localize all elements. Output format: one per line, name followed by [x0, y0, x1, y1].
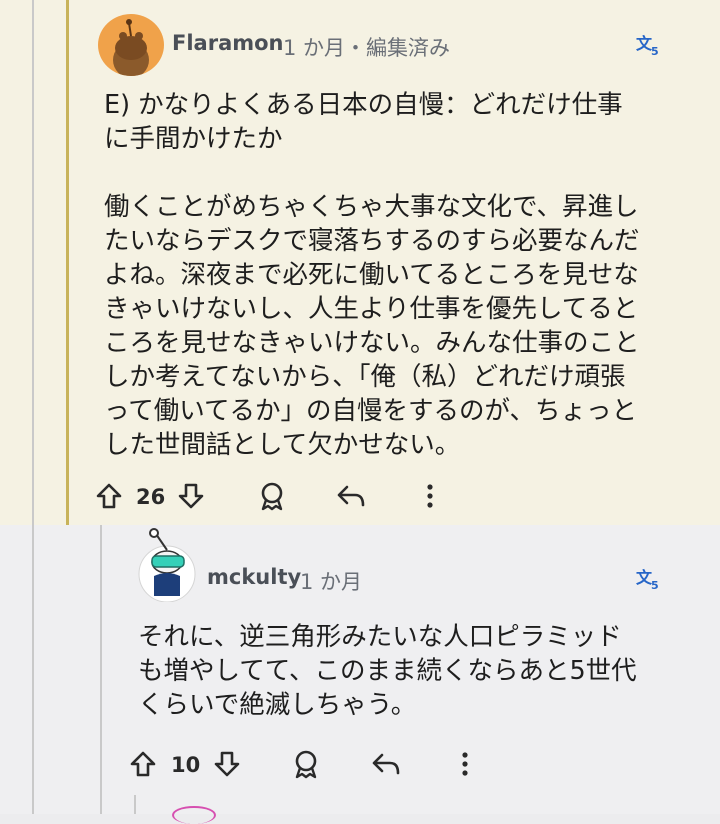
comment-meta: 1 か月・編集済み: [283, 36, 451, 60]
award-button[interactable]: [256, 480, 288, 512]
thread-line-reply[interactable]: [100, 525, 102, 814]
downvote-button[interactable]: [176, 481, 206, 511]
reply-icon: [337, 485, 365, 507]
svg-text:5: 5: [651, 579, 659, 592]
thread-line-nested: [134, 795, 136, 814]
next-avatar-partial: [172, 806, 216, 824]
snoo-avatar-icon: [138, 528, 196, 603]
translate-icon[interactable]: 文 5: [634, 565, 664, 593]
more-vertical-icon: [462, 752, 468, 776]
upvote-button[interactable]: [94, 481, 124, 511]
snoo-avatar-icon: [113, 19, 149, 76]
upvote-button[interactable]: [128, 749, 158, 779]
vote-count: 26: [136, 485, 166, 509]
comment-body: それに、逆三角形みたいな人口ピラミッド も増やしてて、このまま続くならあと5世代…: [138, 622, 637, 720]
username[interactable]: mckulty: [207, 565, 301, 589]
arrow-up-icon: [130, 751, 156, 777]
arrow-down-icon: [178, 483, 204, 509]
thread-line[interactable]: [32, 0, 34, 814]
reply-icon: [372, 753, 400, 775]
more-options-button[interactable]: [455, 749, 475, 779]
highlight-bar: [66, 0, 69, 525]
award-button[interactable]: [290, 748, 322, 780]
avatar[interactable]: [134, 528, 200, 603]
award-icon: [261, 482, 283, 511]
reply-button[interactable]: [335, 481, 367, 511]
arrow-up-icon: [96, 483, 122, 509]
reply-button[interactable]: [370, 749, 402, 779]
vote-count: 10: [171, 753, 201, 777]
username[interactable]: Flaramon: [172, 31, 284, 55]
avatar[interactable]: [98, 14, 164, 76]
arrow-down-icon: [214, 751, 240, 777]
svg-text:5: 5: [651, 45, 659, 58]
comment-body: E) かなりよくある日本の自慢：どれだけ仕事 に手間かけたか 働くことがめちゃく…: [104, 90, 640, 460]
more-vertical-icon: [427, 484, 433, 508]
translate-icon[interactable]: 文 5: [634, 31, 664, 59]
comment-meta: 1 か月: [300, 570, 363, 594]
downvote-button[interactable]: [212, 749, 242, 779]
more-options-button[interactable]: [420, 481, 440, 511]
award-icon: [295, 750, 317, 779]
